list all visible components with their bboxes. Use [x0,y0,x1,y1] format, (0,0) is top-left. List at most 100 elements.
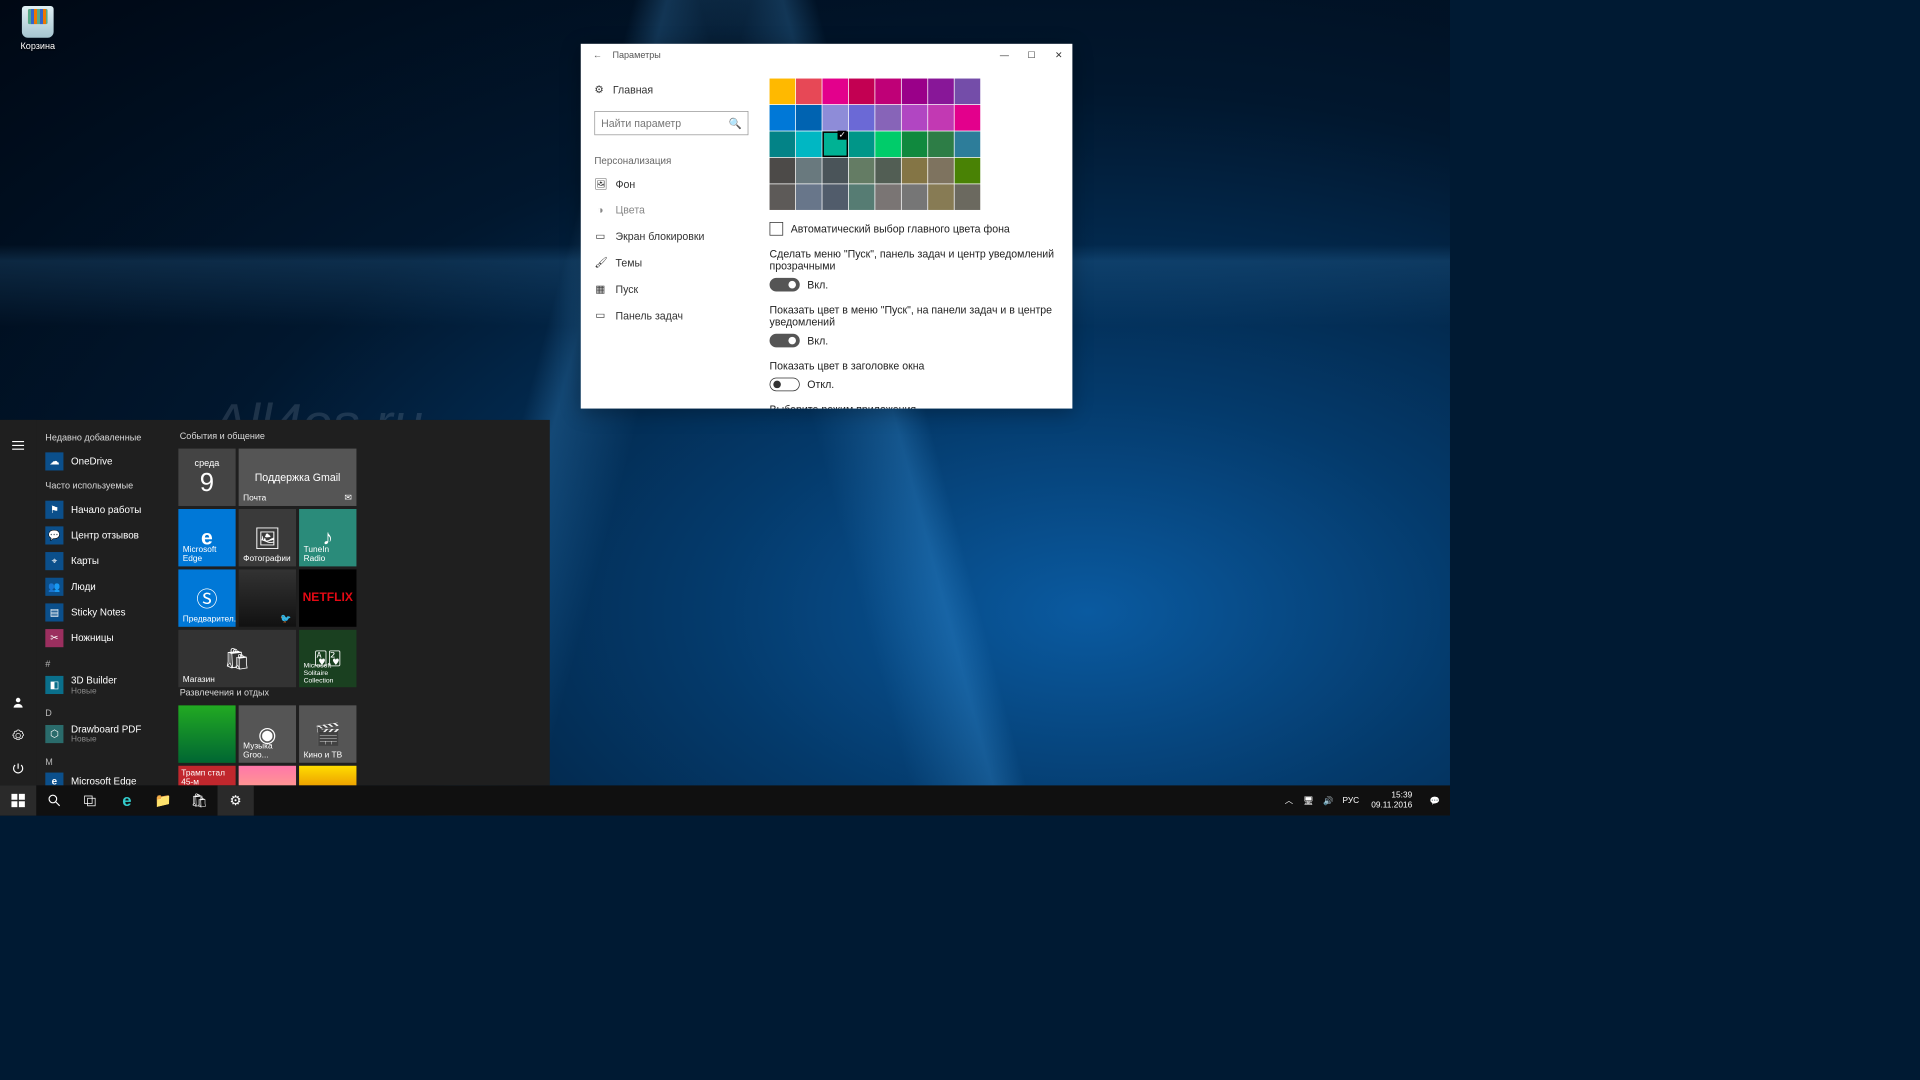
tile-news[interactable]: Трамп стал 45-м президентом СШАНовости [178,766,235,786]
tile-group-events[interactable]: События и общение [178,430,356,448]
color-swatch[interactable] [822,158,848,184]
color-swatch[interactable] [796,105,822,131]
tray-clock[interactable]: 15:3909.11.2016 [1365,791,1418,811]
color-swatch[interactable] [849,184,875,210]
nav-taskbar[interactable]: ▭Панель задач [588,302,754,328]
color-swatch[interactable] [902,79,928,105]
color-swatch[interactable] [875,131,901,157]
taskbar-settings[interactable]: ⚙ [217,785,253,815]
title-color-toggle[interactable] [770,378,800,392]
color-swatch[interactable] [902,105,928,131]
minimize-button[interactable]: ― [991,44,1018,67]
color-swatch[interactable] [875,105,901,131]
color-swatch[interactable] [902,184,928,210]
color-swatch[interactable] [849,131,875,157]
power-icon[interactable] [0,752,36,785]
color-swatch[interactable] [955,105,981,131]
app-snip[interactable]: ✂Ножницы [36,625,178,651]
color-swatch[interactable] [955,184,981,210]
tile-netflix[interactable]: NETFLIX [299,569,356,626]
color-swatch[interactable] [822,105,848,131]
recycle-bin[interactable]: Корзина [8,6,68,51]
color-swatch[interactable] [849,158,875,184]
app-3dbuilder[interactable]: ◧3D BuilderНовые [36,671,178,700]
search-input[interactable]: Найти параметр🔍 [594,111,748,135]
app-feedback[interactable]: 💬Центр отзывов [36,523,178,549]
color-swatch[interactable] [770,105,796,131]
color-swatch[interactable] [875,79,901,105]
tile-calendar[interactable]: среда9 [178,449,235,506]
tile-twitter[interactable]: Twitter🐦 [239,569,296,626]
color-swatch[interactable] [770,131,796,157]
nav-home[interactable]: ⚙Главная [588,79,754,101]
close-button[interactable]: ✕ [1045,44,1072,67]
tile-soda[interactable]: SODA [239,766,296,786]
color-swatch[interactable] [822,79,848,105]
color-swatch[interactable] [955,158,981,184]
gear-icon[interactable] [0,719,36,752]
show-color-toggle[interactable] [770,334,800,348]
search-button[interactable] [36,785,72,815]
nav-lockscreen[interactable]: ▭Экран блокировки [588,223,754,249]
color-swatch[interactable] [796,158,822,184]
settings-titlebar[interactable]: ← Параметры ― ☐ ✕ [581,44,1073,67]
notifications-button[interactable]: 💬 [1421,785,1448,815]
tray-network-icon[interactable]: 🖥 [1300,796,1317,806]
color-swatch[interactable] [796,184,822,210]
color-swatch[interactable] [849,105,875,131]
tile-photos[interactable]: 🖼Фотографии [239,509,296,566]
color-swatch[interactable] [928,184,954,210]
color-swatch[interactable] [875,184,901,210]
tile-store[interactable]: 🛍Магазин [178,630,296,687]
tile-edge[interactable]: eMicrosoft Edge [178,509,235,566]
color-swatch[interactable] [849,79,875,105]
tile-tunein[interactable]: ♪TuneIn Radio [299,509,356,566]
color-swatch[interactable] [928,158,954,184]
taskbar-edge[interactable]: e [109,785,145,815]
nav-start[interactable]: ▦Пуск [588,276,754,302]
tile-asphalt[interactable]: 8Asphalt 8: На... [299,766,356,786]
color-swatch[interactable] [928,105,954,131]
nav-background[interactable]: 🖼Фон [588,171,754,197]
nav-themes[interactable]: 🖌Темы [588,249,754,275]
color-swatch[interactable] [928,131,954,157]
tile-xbox[interactable]: Xbox [178,705,235,762]
taskbar-store[interactable]: 🛍 [181,785,217,815]
transparency-toggle[interactable] [770,278,800,292]
color-swatch[interactable] [796,79,822,105]
color-swatch[interactable] [822,131,848,157]
tile-mail[interactable]: Поддержка GmailПочта✉ [239,449,357,506]
taskview-button[interactable] [72,785,108,815]
app-getstarted[interactable]: ⚑Начало работы [36,497,178,523]
tray-language[interactable]: РУС [1340,796,1363,805]
back-button[interactable]: ← [588,50,606,61]
app-sticky[interactable]: ▤Sticky Notes [36,600,178,626]
taskbar-explorer[interactable]: 📁 [145,785,181,815]
app-people[interactable]: 👥Люди [36,574,178,600]
tile-movies[interactable]: 🎬Кино и ТВ [299,705,356,762]
color-swatch[interactable] [770,158,796,184]
letter-d[interactable]: D [36,700,178,720]
color-swatch[interactable] [875,158,901,184]
app-onedrive[interactable]: ☁OneDrive [36,449,178,475]
app-maps[interactable]: ⌖Карты [36,548,178,574]
color-swatch[interactable] [796,131,822,157]
nav-colors[interactable]: ◑Цвета [588,197,754,223]
color-swatch[interactable] [770,79,796,105]
hamburger-icon[interactable] [0,429,36,462]
start-button[interactable] [0,785,36,815]
color-swatch[interactable] [902,158,928,184]
user-icon[interactable] [0,686,36,719]
app-edge[interactable]: eMicrosoft Edge [36,768,178,785]
tile-groove[interactable]: ◉Музыка Groo... [239,705,296,762]
color-swatch[interactable] [955,79,981,105]
color-swatch[interactable] [770,184,796,210]
app-drawboard[interactable]: ⬡Drawboard PDFНовые [36,720,178,749]
color-swatch[interactable] [928,79,954,105]
tray-chevron-icon[interactable]: ︿ [1281,794,1298,806]
letter-m[interactable]: M [36,749,178,769]
tile-skype[interactable]: ⓈПредварител... [178,569,235,626]
auto-color-checkbox[interactable]: Автоматический выбор главного цвета фона [770,222,1058,236]
tile-group-play[interactable]: Развлечения и отдых [178,687,356,705]
color-swatch[interactable] [822,184,848,210]
